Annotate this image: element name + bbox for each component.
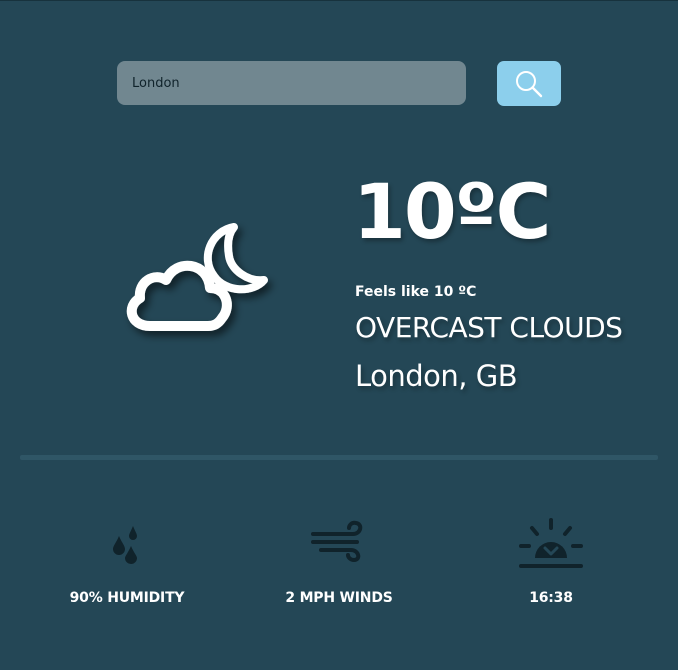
search-icon (516, 70, 543, 97)
search-button[interactable] (497, 61, 561, 106)
section-divider (20, 455, 658, 460)
humidity-drops-icon (113, 526, 137, 564)
feels-like-text: Feels like 10 ºC (355, 284, 477, 300)
top-border (0, 0, 678, 1)
sunset-time-label: 16:38 (529, 590, 573, 606)
sunset-icon (519, 518, 583, 568)
location-name: London, GB (355, 359, 518, 393)
cloud-moon-icon (118, 218, 288, 348)
humidity-stat: 90% HUMIDITY (27, 518, 227, 606)
humidity-label: 90% HUMIDITY (69, 590, 185, 606)
wind-icon (311, 520, 363, 563)
weather-description: OVERCAST CLOUDS (355, 311, 623, 344)
sunset-stat: 16:38 (451, 518, 651, 606)
wind-label: 2 MPH WINDS (285, 590, 393, 606)
wind-stat: 2 MPH WINDS (239, 518, 439, 606)
city-search-input[interactable] (117, 61, 466, 105)
temperature: 10ºC (353, 167, 551, 256)
